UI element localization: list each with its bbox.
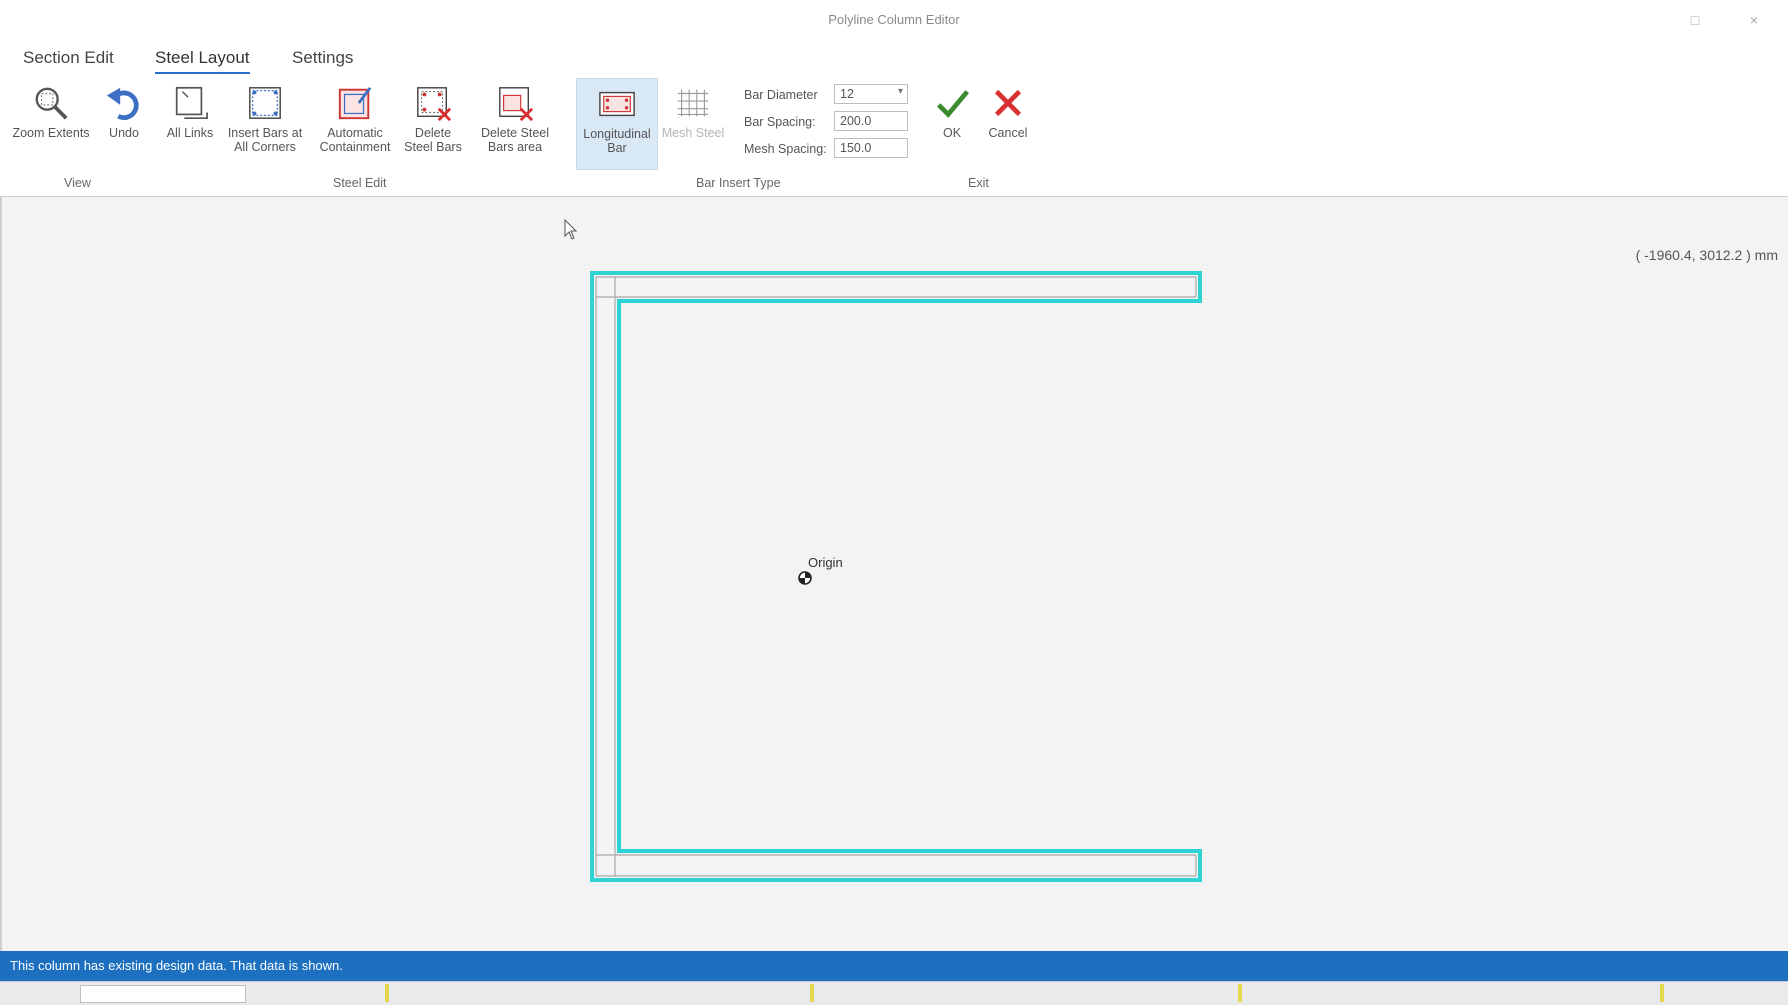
longitudinal-bar-label-line1: Longitudinal — [583, 127, 651, 141]
ribbon-tabs: Section Edit Steel Layout Settings — [0, 46, 1788, 74]
group-label-exit: Exit — [968, 176, 989, 190]
cancel-label: Cancel — [988, 126, 1028, 140]
undo-icon — [106, 87, 139, 121]
bar-diameter-select[interactable]: 12 ▾ — [834, 84, 908, 104]
checkmark-icon — [937, 90, 970, 118]
tab-steel-layout[interactable]: Steel Layout — [155, 46, 250, 74]
close-icon — [994, 89, 1022, 117]
origin-marker-icon — [798, 571, 812, 585]
title-bar: Polyline Column Editor □ × — [0, 0, 1788, 40]
ok-button[interactable]: OK — [926, 78, 978, 140]
mesh-spacing-input[interactable]: 150.0 — [834, 138, 908, 158]
maximize-button[interactable]: □ — [1683, 10, 1707, 30]
insert-bars-label-line2: All Corners — [234, 140, 296, 154]
mesh-steel-label: Mesh Steel — [661, 126, 725, 140]
delete-steel-bars-area-label-line2: Bars area — [487, 140, 543, 154]
drawing-canvas[interactable]: ( -1960.4, 3012.2 ) mm Origin — [0, 197, 1788, 951]
automatic-containment-icon — [338, 86, 372, 120]
window-title: Polyline Column Editor — [828, 12, 960, 27]
zoom-extents-icon — [35, 87, 68, 120]
background-marker — [1660, 984, 1664, 1002]
delete-steel-bars-area-icon — [499, 87, 534, 122]
undo-button[interactable]: Undo — [96, 78, 152, 140]
ribbon: Zoom Extents Undo View All Links Insert … — [0, 78, 1788, 197]
section-drawing[interactable]: Origin — [2, 197, 1788, 951]
status-message: This column has existing design data. Th… — [10, 958, 343, 973]
background-window-strip — [0, 981, 1788, 1005]
insert-corner-bars-icon — [249, 87, 281, 119]
delete-steel-bars-label-line2: Steel Bars — [404, 140, 462, 154]
undo-label: Undo — [109, 126, 139, 140]
all-links-icon — [175, 86, 208, 120]
zoom-extents-label: Zoom Extents — [12, 126, 90, 140]
delete-steel-bars-button[interactable]: Delete Steel Bars — [400, 78, 466, 154]
background-marker — [1238, 984, 1242, 1002]
ok-label: OK — [942, 126, 962, 140]
all-links-label: All Links — [166, 126, 214, 140]
mesh-spacing-label: Mesh Spacing: — [744, 142, 827, 156]
section-corner-lines — [596, 277, 1197, 876]
longitudinal-bar-icon — [599, 91, 635, 117]
longitudinal-bar-button[interactable]: Longitudinal Bar — [576, 78, 658, 170]
zoom-extents-button[interactable]: Zoom Extents — [8, 78, 94, 140]
section-cover-line — [595, 276, 1196, 877]
bar-spacing-label: Bar Spacing: — [744, 115, 816, 129]
group-label-view: View — [64, 176, 91, 190]
chevron-down-icon: ▾ — [897, 86, 903, 97]
mesh-steel-button[interactable]: Mesh Steel — [660, 78, 726, 140]
bar-spacing-input[interactable]: 200.0 — [834, 111, 908, 131]
mesh-steel-icon — [677, 89, 709, 117]
automatic-containment-label-line1: Automatic — [327, 126, 383, 140]
automatic-containment-button[interactable]: Automatic Containment — [312, 78, 398, 154]
group-label-bar-insert-type: Bar Insert Type — [696, 176, 781, 190]
delete-steel-bars-area-button[interactable]: Delete Steel Bars area — [470, 78, 560, 154]
insert-bars-at-all-corners-button[interactable]: Insert Bars at All Corners — [222, 78, 308, 154]
column-section-outline[interactable] — [590, 271, 1202, 882]
delete-steel-bars-icon — [417, 87, 452, 122]
cancel-button[interactable]: Cancel — [980, 78, 1036, 140]
all-links-button[interactable]: All Links — [162, 78, 218, 140]
tab-section-edit[interactable]: Section Edit — [23, 46, 114, 72]
insert-bars-label-line1: Insert Bars at — [227, 126, 303, 140]
bar-diameter-label: Bar Diameter — [744, 88, 818, 102]
status-bar: This column has existing design data. Th… — [0, 951, 1788, 981]
background-marker — [810, 984, 814, 1002]
origin-label: Origin — [808, 555, 843, 570]
tab-settings[interactable]: Settings — [292, 46, 353, 72]
background-marker — [385, 984, 389, 1002]
longitudinal-bar-label-line2: Bar — [607, 141, 627, 155]
group-label-steel-edit: Steel Edit — [333, 176, 387, 190]
close-button[interactable]: × — [1742, 10, 1766, 30]
bar-diameter-value: 12 — [840, 87, 854, 101]
automatic-containment-label-line2: Containment — [319, 140, 391, 154]
delete-steel-bars-label-line1: Delete — [414, 126, 452, 140]
background-field — [80, 985, 246, 1003]
delete-steel-bars-area-label-line1: Delete Steel — [480, 126, 550, 140]
